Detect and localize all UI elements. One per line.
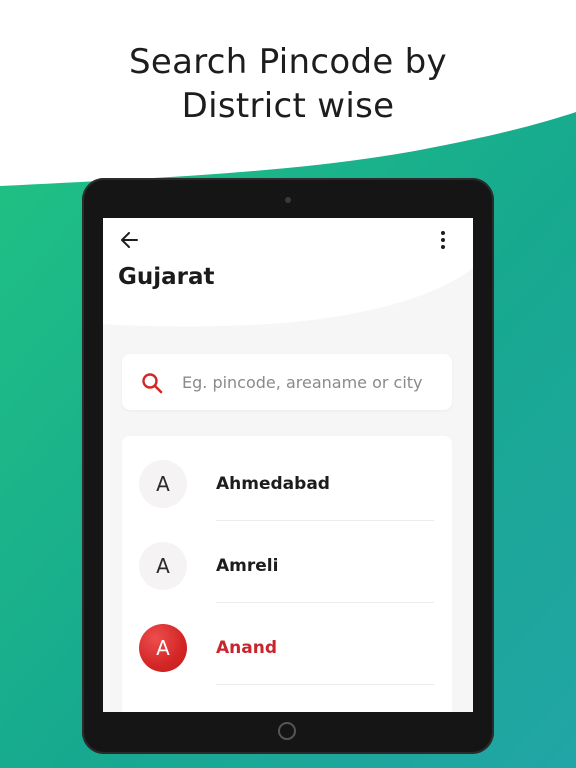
divider [216,684,434,685]
district-list: A Ahmedabad A Amreli A Anand [122,436,452,712]
district-name: Ahmedabad [216,474,330,494]
district-avatar: A [139,624,187,672]
tablet-camera [285,197,291,203]
page-title: Gujarat [118,264,215,290]
overflow-menu-button[interactable] [431,228,455,252]
back-button[interactable] [117,228,145,252]
list-item[interactable]: A Amreli [122,530,452,612]
district-name: Anand [216,638,278,658]
list-item[interactable]: A Ahmedabad [122,448,452,530]
divider [216,602,434,603]
list-item[interactable]: A Anand [122,612,452,694]
app-screen: Gujarat A Ahmedabad A Amreli A Anand [103,218,473,712]
more-vertical-icon [441,231,445,249]
arrow-left-icon [121,232,138,248]
search-input[interactable] [182,354,442,410]
district-name: Amreli [216,556,279,576]
search-bar[interactable] [122,354,452,410]
tablet-home-button [278,722,296,740]
search-icon [142,373,163,394]
promo-headline: Search Pincode by District wise [0,40,576,128]
promo-headline-line2: District wise [181,86,395,126]
divider [216,520,434,521]
district-avatar: A [139,542,187,590]
district-avatar: A [139,460,187,508]
tablet-frame: Gujarat A Ahmedabad A Amreli A Anand [82,178,494,754]
promo-headline-line1: Search Pincode by [129,42,447,82]
